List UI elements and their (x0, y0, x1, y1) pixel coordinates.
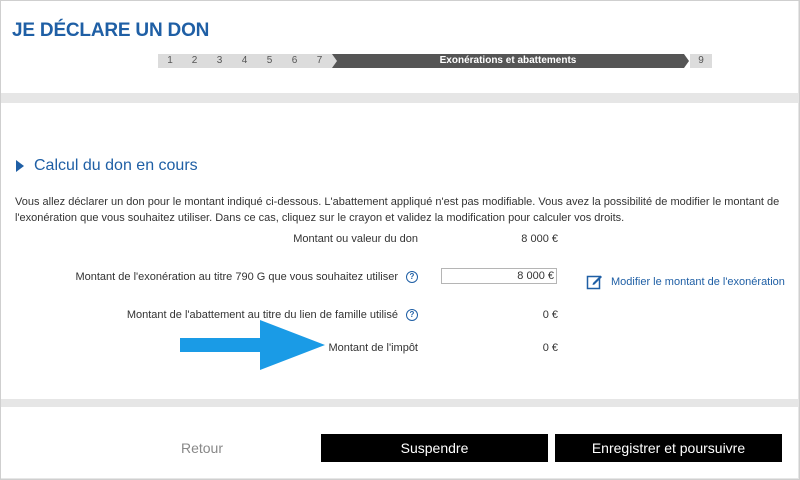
suspendre-button[interactable]: Suspendre (321, 434, 548, 462)
main-panel (1, 103, 798, 399)
section-title-text: Calcul du don en cours (34, 157, 198, 174)
step-9: 9 (690, 54, 712, 68)
step-1: 1 (158, 54, 188, 68)
help-icon[interactable]: ? (406, 309, 418, 321)
don-label: Montant ou valeur du don (293, 233, 418, 245)
progress-stepper: 1 2 3 4 5 6 7 Exonérations et abattement… (158, 54, 712, 68)
impot-value: 0 € (542, 342, 558, 354)
exoneration-label: Montant de l'exonération au titre 790 G … (75, 271, 398, 283)
section-title: Calcul du don en cours (16, 157, 198, 175)
impot-label: Montant de l'impôt (328, 342, 418, 354)
page-title: JE DÉCLARE UN DON (12, 20, 210, 41)
intro-text: Vous allez déclarer un don pour le monta… (15, 196, 780, 224)
don-value: 8 000 € (521, 233, 558, 245)
exoneration-input[interactable] (441, 268, 557, 284)
help-icon[interactable]: ? (406, 271, 418, 283)
enregistrer-button[interactable]: Enregistrer et poursuivre (555, 434, 782, 462)
step-active: Exonérations et abattements (332, 54, 690, 68)
abattement-value: 0 € (542, 309, 558, 321)
header-panel (1, 1, 798, 93)
modify-exoneration-link[interactable]: Modifier le montant de l'exonération (586, 273, 785, 290)
modify-link-label[interactable]: Modifier le montant de l'exonération (611, 276, 785, 288)
arrow-right-icon (180, 320, 325, 370)
retour-button[interactable]: Retour (160, 434, 244, 462)
caret-right-icon (16, 160, 24, 172)
pencil-icon (586, 275, 602, 290)
